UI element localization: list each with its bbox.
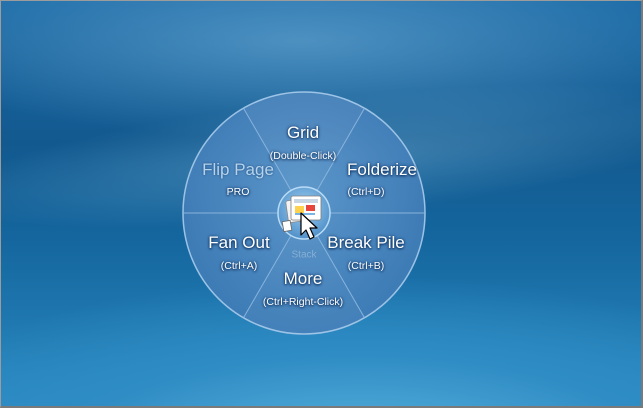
segment-fan-out-label: Fan Out bbox=[208, 233, 270, 252]
segment-flip-page-pro-badge: PRO bbox=[226, 186, 250, 198]
segment-flip-page-label: Flip Page bbox=[202, 160, 274, 179]
radial-pile-menu bbox=[182, 91, 426, 335]
segment-fan-out-shortcut: (Ctrl+A) bbox=[220, 260, 258, 272]
segment-folderize-shortcut: (Ctrl+D) bbox=[347, 186, 385, 198]
segment-grid-label: Grid bbox=[286, 123, 320, 142]
segment-more-label: More bbox=[283, 269, 323, 288]
desktop-background: Grid (Double-Click) Folderize (Ctrl+D) B… bbox=[0, 0, 643, 408]
segment-break-pile-label: Break Pile bbox=[327, 233, 405, 252]
segment-grid-shortcut: (Double-Click) bbox=[269, 150, 337, 162]
segment-more-shortcut: (Ctrl+Right-Click) bbox=[262, 296, 344, 308]
center-hint-label: Stack bbox=[291, 249, 317, 261]
segment-folderize-label: Folderize bbox=[347, 160, 417, 179]
segment-break-pile-shortcut: (Ctrl+B) bbox=[347, 260, 385, 272]
